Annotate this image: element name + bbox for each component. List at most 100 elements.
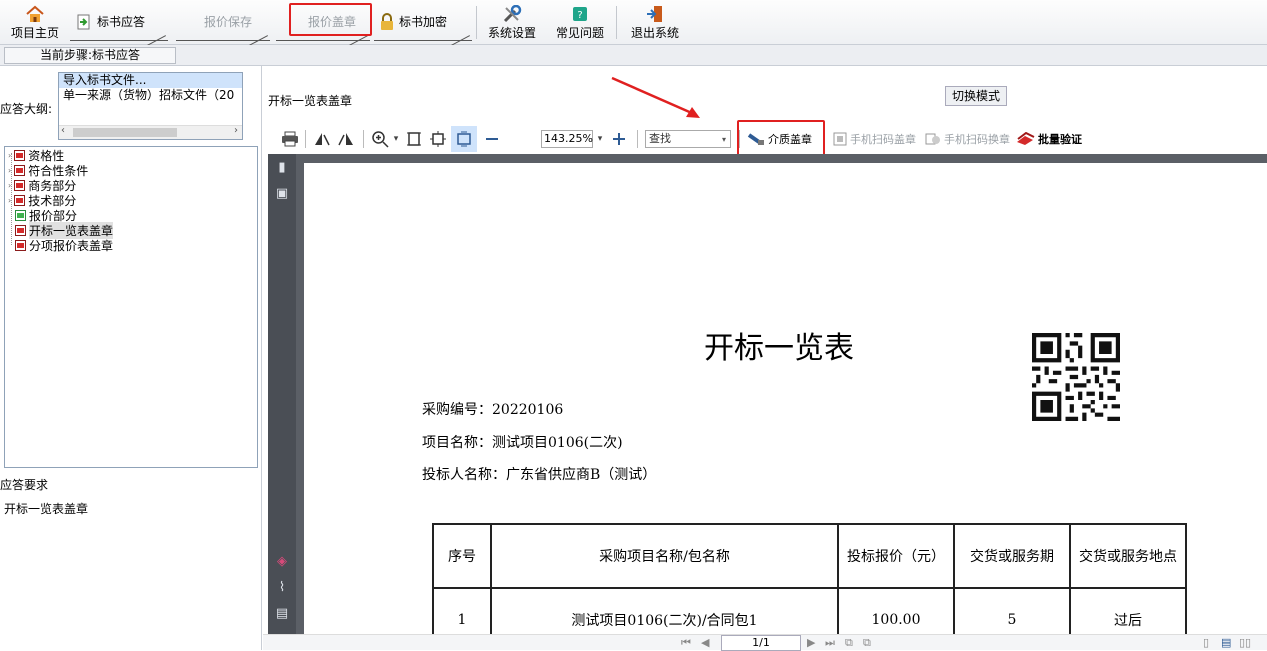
rotate-left-icon[interactable] — [311, 126, 333, 152]
tree-item[interactable]: › 资格性 — [8, 148, 64, 163]
actual-size-icon[interactable] — [451, 126, 477, 152]
zoom-plus-icon[interactable] — [609, 126, 629, 152]
tree-item[interactable]: › 符合性条件 — [8, 163, 88, 178]
continuous-view-icon[interactable]: ▤ — [1221, 635, 1231, 651]
tree-item[interactable]: › 商务部分 — [8, 178, 76, 193]
col-header: 交货或服务地点 — [1069, 523, 1187, 589]
current-step-label: 当前步骤:标书应答 — [4, 47, 176, 64]
col-header: 采购项目名称/包名称 — [490, 523, 839, 589]
viewer-side-rail: ▮ ▣ ◈ ⌇ ▤ — [268, 154, 296, 634]
page-thumbnail-icon[interactable]: ▣ — [274, 186, 290, 202]
home-label: 项目主页 — [10, 25, 59, 40]
left-panel: 应答大纲: 导入标书文件... 单一来源（货物）招标文件（20 ‹ › › 资格… — [0, 66, 262, 650]
table-header-row: 序号 采购项目名称/包名称 投标报价（元） 交货或服务期 交货或服务地点 — [432, 523, 1187, 589]
tools-icon — [503, 4, 522, 22]
outline-listbox[interactable]: 导入标书文件... 单一来源（货物）招标文件（20 ‹ › — [58, 72, 243, 140]
document-arrow-icon — [77, 14, 90, 29]
pdf-doc-icon — [14, 180, 26, 191]
find-dropdown-icon[interactable]: ▾ — [719, 126, 729, 152]
link-icon[interactable]: ◈ — [274, 554, 290, 570]
last-page-icon[interactable]: ⏭ — [825, 635, 835, 651]
exit-button[interactable]: 退出系统 — [626, 4, 684, 41]
tree-item[interactable]: 报价部分 — [15, 208, 77, 223]
zoom-spin-icon[interactable]: ▾ — [595, 126, 605, 152]
document-area: 开标一览表盖章 切换模式 ▾ 143.25% ▾ 查找 ▾ 介质盖章 手机扫码盖… — [263, 66, 1267, 651]
col-header: 序号 — [432, 523, 492, 589]
col-header: 交货或服务期 — [953, 523, 1071, 589]
scroll-left-icon[interactable]: ‹ — [61, 125, 65, 136]
tab-save-quote[interactable]: 报价保存 — [176, 3, 270, 41]
zoom-in-icon[interactable] — [369, 126, 391, 152]
prev-page-icon[interactable]: ◀ — [701, 635, 709, 651]
qr-code-icon — [1032, 333, 1120, 421]
toolbar-separator — [637, 130, 638, 148]
toolbar-separator — [363, 130, 364, 148]
pdf-title: 开标一览表 — [704, 331, 854, 366]
batch-verify-icon — [1017, 132, 1035, 145]
next-page-icon[interactable]: ▶ — [807, 635, 815, 651]
tab-bid-response[interactable]: 标书应答 — [70, 3, 168, 41]
comment-icon[interactable]: ▤ — [274, 606, 290, 622]
qr-scan-icon — [833, 132, 847, 146]
pdf-doc-icon — [15, 240, 26, 251]
page-paste-icon[interactable]: ⧉ — [863, 635, 871, 651]
pdf-doc-icon — [15, 225, 26, 236]
expand-icon[interactable]: › — [8, 166, 11, 175]
faq-button[interactable]: ? 常见问题 — [552, 4, 608, 41]
outline-horizontal-scrollbar[interactable]: ‹ › — [59, 125, 242, 139]
tree-item-label: 分项报价表盖章 — [29, 239, 114, 253]
zoom-input[interactable]: 143.25% — [541, 130, 593, 148]
two-page-view-icon[interactable]: ▯▯ — [1239, 635, 1251, 651]
toolbar-separator — [305, 130, 306, 148]
phone-scan-swap-button[interactable]: 手机扫码换章 — [925, 126, 1010, 152]
help-book-icon: ? — [573, 6, 587, 21]
main-toolbar: 项目主页 标书应答 报价保存 报价盖章 标书加密 系统设置 ? 常见问题 退出系… — [0, 0, 1267, 45]
page-number-input[interactable]: 1/1 — [721, 635, 801, 651]
zoom-dropdown-icon[interactable]: ▾ — [391, 126, 401, 152]
page-navigation-bar: ⏮ ◀ 1/1 ▶ ⏭ ⧉ ⧉ ▯ ▤ ▯▯ — [263, 634, 1267, 651]
table-cell: 5 — [953, 587, 1071, 634]
scroll-thumb[interactable] — [73, 128, 177, 137]
tree-item[interactable]: › 技术部分 — [8, 193, 76, 208]
pdf-viewer[interactable]: 开标一览表 采购编号：20220106 项目名称：测试项目0106(二次) 投标… — [296, 154, 1267, 634]
exit-label: 退出系统 — [630, 25, 679, 40]
settings-button[interactable]: 系统设置 — [484, 4, 540, 41]
table-cell: 1 — [432, 587, 492, 634]
bidder-name: 投标人名称：广东省供应商B（测试） — [422, 467, 657, 483]
settings-label: 系统设置 — [487, 25, 536, 40]
first-page-icon[interactable]: ⏮ — [681, 635, 691, 651]
fit-page-icon[interactable] — [403, 126, 425, 152]
tree-item[interactable]: 分项报价表盖章 — [15, 238, 113, 253]
pdf-toolbar: ▾ 143.25% ▾ 查找 ▾ 介质盖章 手机扫码盖章 手机扫码换章 批量验证 — [273, 120, 1263, 158]
print-icon[interactable] — [279, 126, 301, 152]
expand-icon[interactable]: › — [8, 181, 11, 190]
pdf-doc-icon — [14, 150, 26, 161]
scroll-right-icon[interactable]: › — [234, 125, 238, 136]
expand-icon[interactable]: › — [8, 196, 11, 205]
tree-item-selected[interactable]: 开标一览表盖章 — [15, 222, 114, 239]
phone-scan-seal-button[interactable]: 手机扫码盖章 — [833, 126, 916, 152]
outline-item-tender-file[interactable]: 单一来源（货物）招标文件（20 — [59, 88, 242, 103]
expand-icon[interactable]: › — [8, 151, 11, 160]
tab-bid-encrypt[interactable]: 标书加密 — [374, 3, 472, 41]
outline-label: 应答大纲: — [0, 102, 53, 116]
table-cell: 过后 — [1069, 587, 1187, 634]
annotation-arrow-icon — [611, 76, 700, 118]
toolbar-separator — [476, 6, 477, 39]
attachment-icon[interactable]: ⌇ — [274, 580, 290, 596]
page-copy-icon[interactable]: ⧉ — [845, 635, 853, 651]
requirement-text: 开标一览表盖章 — [4, 502, 89, 516]
batch-verify-button[interactable]: 批量验证 — [1015, 126, 1082, 152]
pdf-page: 开标一览表 采购编号：20220106 项目名称：测试项目0106(二次) 投标… — [304, 163, 1267, 634]
rotate-right-icon[interactable] — [335, 126, 357, 152]
tab-save-quote-label: 报价保存 — [204, 15, 253, 29]
fit-width-icon[interactable] — [427, 126, 449, 152]
home-button[interactable]: 项目主页 — [8, 4, 62, 41]
bookmark-icon[interactable]: ▮ — [274, 160, 290, 176]
single-page-view-icon[interactable]: ▯ — [1203, 635, 1209, 651]
col-header: 投标报价（元） — [837, 523, 955, 589]
pdf-doc-icon — [14, 195, 26, 206]
zoom-out-icon[interactable] — [483, 126, 501, 152]
outline-item-import[interactable]: 导入标书文件... — [59, 73, 242, 88]
switch-mode-button[interactable]: 切换模式 — [945, 86, 1007, 106]
